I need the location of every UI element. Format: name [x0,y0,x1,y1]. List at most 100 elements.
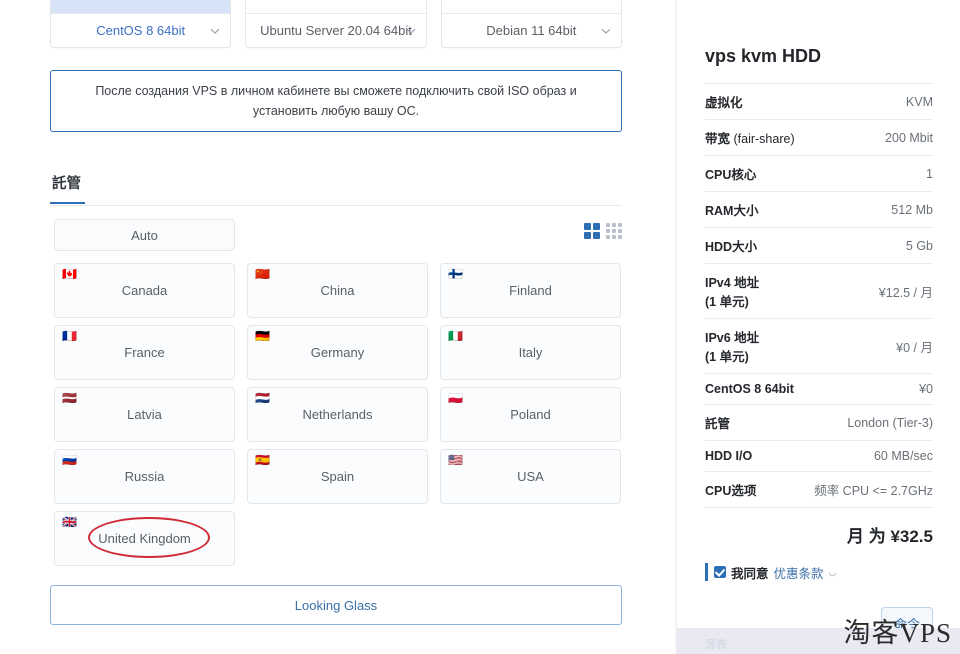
spec-key: CPU选项 [705,472,803,508]
spec-key: 带宽 (fair-share) [705,120,803,156]
summary-panel-inner: vps kvm HDD 虚拟化 KVM 带宽 (fair-share) 200 … [705,0,933,651]
spec-key-text: IPv6 地址 [705,331,760,345]
spec-key-line2: (1 单元) [705,295,749,309]
iso-info-banner: После создания VPS в личном кабинете вы … [50,70,622,132]
country-label: Latvia [127,407,162,422]
terms-link[interactable]: 优惠条款 [774,563,824,582]
chevron-down-icon[interactable] [209,25,221,37]
spec-key: IPv4 地址 (1 单元) [705,264,803,319]
spec-key: CentOS 8 64bit [705,374,803,405]
country-button-france[interactable]: 🇫🇷 France [54,325,235,380]
os-card-thumb [246,0,426,13]
spec-row-cpu-cores: CPU核心 1 [705,155,933,192]
chevron-down-icon[interactable] [600,25,612,37]
spec-value: KVM [905,94,933,109]
country-label: Finland [509,283,552,298]
spec-key-sub: (fair-share) [730,132,795,146]
os-card-debian[interactable]: Debian 11 64bit [440,0,622,48]
spec-key: 虚拟化 [705,84,803,120]
country-button-poland[interactable]: 🇵🇱 Poland [440,387,621,442]
country-button-spain[interactable]: 🇪🇸 Spain [247,449,428,504]
iso-info-text: После создания VPS в личном кабинете вы … [95,84,577,118]
spec-value: 60 MB/sec [873,449,933,463]
external-link-icon: ◡ [828,566,837,577]
configurator-left-column: CentOS 8 64bit Ubuntu Server 20.04 64bit [0,0,672,654]
spec-table: 虚拟化 KVM 带宽 (fair-share) 200 Mbit CPU核心 1… [705,83,933,557]
grid-3x3-icon[interactable] [606,223,622,239]
os-card-label: CentOS 8 64bit [96,23,186,38]
tab-hosting[interactable]: 託管 [50,172,85,204]
spec-row-cpu-options: CPU选项 频率 CPU <= 2.7GHz [705,471,933,508]
os-card-label: Debian 11 64bit [486,23,577,38]
location-section-tabs: 託管 [50,172,622,206]
flag-icon-finland: 🇫🇮 [448,267,463,281]
country-button-italy[interactable]: 🇮🇹 Italy [440,325,621,380]
summary-panel: vps kvm HDD 虚拟化 KVM 带宽 (fair-share) 200 … [676,0,960,654]
flag-icon-netherlands: 🇳🇱 [255,391,270,405]
spec-row-ram: RAM大小 512 Mb [705,191,933,228]
chevron-down-icon[interactable] [405,25,417,37]
os-card-footer[interactable]: Debian 11 64bit [441,13,621,47]
country-button-united-kingdom[interactable]: 🇬🇧 United Kingdom [54,511,235,566]
flag-icon-poland: 🇵🇱 [448,391,463,405]
country-label: Italy [518,345,543,360]
spec-key-text: CentOS 8 64bit [705,382,794,396]
spec-key-text: RAM大小 [705,204,759,218]
country-button-latvia[interactable]: 🇱🇻 Latvia [54,387,235,442]
flag-icon-latvia: 🇱🇻 [62,391,77,405]
spec-key: HDD I/O [705,441,803,472]
spec-value: ¥12.5 / 月 [878,285,933,300]
flag-icon-united-kingdom: 🇬🇧 [62,515,77,529]
country-grid: 🇨🇦 Canada 🇨🇳 China 🇫🇮 Finland 🇫🇷 France … [54,263,622,566]
flag-icon-canada: 🇨🇦 [62,267,77,281]
spec-key: IPv6 地址 (1 单元) [705,319,803,374]
os-card-row: CentOS 8 64bit Ubuntu Server 20.04 64bit [50,0,622,48]
watermark: 淘客VPS [843,618,952,648]
country-button-usa[interactable]: 🇺🇸 USA [440,449,621,504]
os-card-ubuntu[interactable]: Ubuntu Server 20.04 64bit [245,0,427,48]
looking-glass-button[interactable]: Looking Glass [50,585,622,625]
location-toolbar: Auto [54,219,622,253]
spec-value: 512 Mb [891,202,933,217]
spec-key-text: HDD大小 [705,240,758,254]
country-label: France [124,345,165,360]
country-button-russia[interactable]: 🇷🇺 Russia [54,449,235,504]
country-label: USA [517,469,544,484]
terms-agree-label: 我同意 [731,566,769,581]
country-label: Poland [510,407,551,422]
spec-row-ipv4: IPv4 地址 (1 单元) ¥12.5 / 月 [705,263,933,319]
terms-checkbox[interactable] [714,566,726,578]
spec-key-text: HDD I/O [705,449,753,463]
spec-key-text: 虚拟化 [705,96,743,110]
country-button-finland[interactable]: 🇫🇮 Finland [440,263,621,318]
os-card-centos[interactable]: CentOS 8 64bit [50,0,232,48]
total-price-row: 月 为 ¥32.5 [705,507,933,558]
plan-title: vps kvm HDD [705,46,822,66]
os-card-thumb [441,0,621,13]
spec-key-text: IPv4 地址 [705,276,760,290]
flag-icon-china: 🇨🇳 [255,267,270,281]
spec-value: 1 [926,166,933,181]
country-label: Germany [310,345,365,360]
auto-location-button[interactable]: Auto [54,219,235,251]
country-button-china[interactable]: 🇨🇳 China [247,263,428,318]
os-card-footer[interactable]: CentOS 8 64bit [51,13,231,47]
spec-row-os: CentOS 8 64bit ¥0 [705,373,933,405]
country-label: Canada [121,283,168,298]
spec-row-virtualization: 虚拟化 KVM [705,83,933,120]
spec-row-hdd-size: HDD大小 5 Gb [705,227,933,264]
auto-location-label: Auto [131,227,158,243]
country-button-canada[interactable]: 🇨🇦 Canada [54,263,235,318]
grid-2x2-icon[interactable] [584,223,600,239]
spec-key: RAM大小 [705,192,803,228]
spec-value: ¥0 / 月 [896,340,933,355]
page-root: CentOS 8 64bit Ubuntu Server 20.04 64bit [0,0,960,654]
spec-key: CPU核心 [705,156,803,192]
country-button-netherlands[interactable]: 🇳🇱 Netherlands [247,387,428,442]
spec-value: London (Tier-3) [847,415,933,430]
os-card-thumb [51,0,231,13]
country-button-germany[interactable]: 🇩🇪 Germany [247,325,428,380]
spec-row-ipv6: IPv6 地址 (1 单元) ¥0 / 月 [705,318,933,374]
terms-agreement-row[interactable]: 我同意 优惠条款 ◡ [705,563,933,581]
os-card-footer[interactable]: Ubuntu Server 20.04 64bit [246,13,426,47]
